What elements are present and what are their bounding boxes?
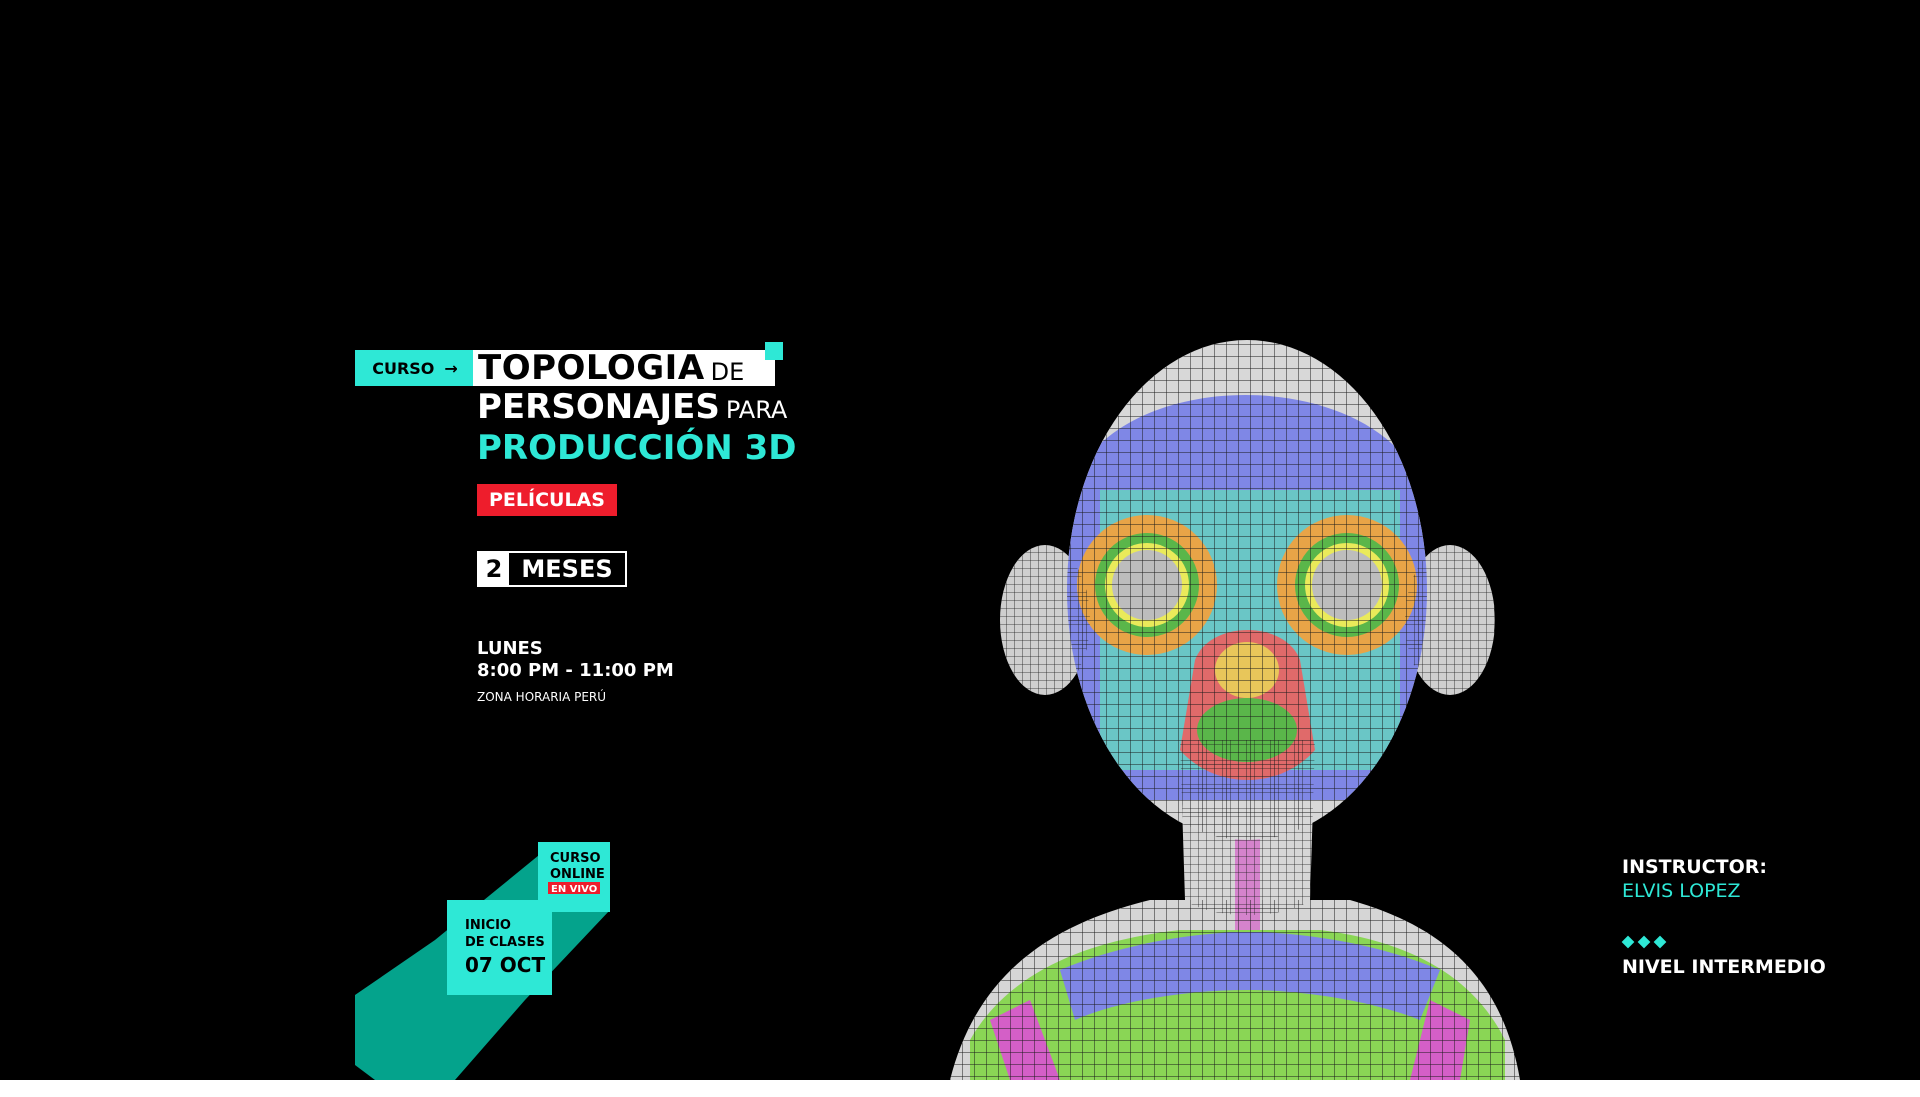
start-date: 07 OCT xyxy=(465,953,545,977)
diamond-icon xyxy=(1637,935,1651,949)
start-line1: INICIO xyxy=(465,918,511,933)
level-text: NIVEL INTERMEDIO xyxy=(1622,956,1826,978)
instructor-label: INSTRUCTOR: xyxy=(1622,856,1767,878)
diamond-icon xyxy=(1621,935,1635,949)
course-title-line2: PERSONAJES PARA xyxy=(477,387,787,427)
duration-box: 2 MESES xyxy=(477,551,627,587)
schedule-timezone: ZONA HORARIA PERÚ xyxy=(477,690,607,704)
ear-right-wireframe xyxy=(1405,545,1495,695)
hero-banner: CURSO → TOPOLOGIA DE PERSONAJES PARA PROD… xyxy=(0,0,1920,1080)
plate-corner-accent xyxy=(765,342,783,360)
schedule-day: LUNES xyxy=(477,638,543,659)
start-line2: DE CLASES xyxy=(465,935,545,950)
course-title-plate: TOPOLOGIA DE xyxy=(473,348,775,388)
neck-wireframe xyxy=(1180,740,1315,915)
arrow-right-icon: → xyxy=(444,358,458,378)
diamond-icon xyxy=(1653,935,1667,949)
course-title-line2-main: PERSONAJES xyxy=(477,387,720,427)
online-line2: ONLINE xyxy=(550,867,605,882)
shoulders-wireframe xyxy=(950,900,1520,1080)
page-bottom-strip xyxy=(0,1080,1920,1097)
topology-head-illustration xyxy=(950,340,1520,1080)
course-title-line2-small: PARA xyxy=(725,396,788,424)
course-tag-label: CURSO xyxy=(372,358,435,378)
ear-left-wireframe xyxy=(1000,545,1090,695)
live-badge-label: EN VIVO xyxy=(551,884,597,895)
category-badge: PELÍCULAS xyxy=(477,484,617,516)
online-line1: CURSO xyxy=(550,851,601,866)
course-title-line3: PRODUCCIÓN 3D xyxy=(477,428,797,468)
course-tag: CURSO → xyxy=(355,350,475,386)
schedule-time: 8:00 PM - 11:00 PM xyxy=(477,660,674,681)
duration-number: 2 xyxy=(479,553,509,585)
start-date-badge: CURSO ONLINE EN VIVO INICIO DE CLASES 07… xyxy=(355,842,610,1080)
duration-unit: MESES xyxy=(521,555,613,583)
course-title-line1-small: DE xyxy=(710,358,745,386)
instructor-name: ELVIS LOPEZ xyxy=(1622,880,1741,902)
course-title-line1-main: TOPOLOGIA xyxy=(478,348,705,388)
level-diamonds xyxy=(1621,935,1667,949)
